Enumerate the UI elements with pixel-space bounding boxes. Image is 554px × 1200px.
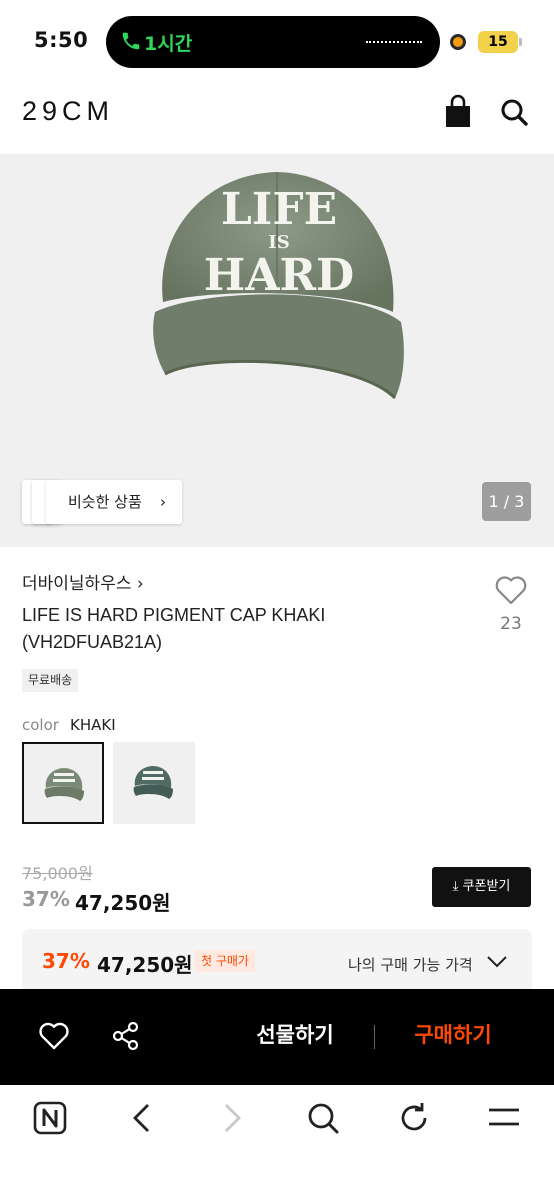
shopping-bag-icon[interactable]	[442, 94, 474, 130]
status-bar: 5:50 1시간 15	[0, 0, 554, 84]
call-duration: 1시간	[144, 33, 193, 55]
first-purchase-tag: 첫 구매가	[195, 950, 255, 972]
chevron-right-icon: ›	[160, 493, 166, 511]
coupon-button[interactable]: ⤓ 쿠폰받기	[432, 867, 531, 907]
menu-icon[interactable]	[486, 1100, 522, 1136]
battery-tip	[519, 38, 522, 46]
brand-link[interactable]: 더바이닐하우스 ›	[22, 569, 144, 594]
waveform-icon	[366, 41, 422, 45]
share-icon[interactable]	[112, 1021, 140, 1051]
refresh-icon[interactable]	[396, 1100, 432, 1136]
original-price: 75,000원	[22, 864, 93, 883]
color-option-label: color	[22, 716, 59, 734]
similar-products-label-box: 비슷한 상품 ›	[46, 480, 182, 524]
similar-products-label: 비슷한 상품	[68, 493, 142, 511]
my-price-label: 나의 구매 가능 가격	[348, 956, 473, 974]
purchase-bar: 선물하기 구매하기	[0, 989, 554, 1085]
my-price-value: 47,250원	[97, 953, 193, 977]
phone-icon	[122, 32, 140, 50]
buy-button[interactable]: 구매하기	[378, 1019, 528, 1049]
color-swatch-khaki[interactable]	[22, 742, 104, 824]
free-shipping-badge: 무료배송	[22, 669, 79, 692]
product-image: LIFE IS HARD	[153, 172, 404, 400]
recording-indicator-icon	[450, 34, 466, 50]
gift-button[interactable]: 선물하기	[220, 1019, 370, 1049]
dynamic-island[interactable]: 1시간	[106, 16, 440, 68]
back-arrow-icon[interactable]	[124, 1100, 160, 1136]
color-swatch-green[interactable]	[113, 742, 195, 824]
color-option-value: KHAKI	[70, 716, 116, 734]
app-header: 29CM	[0, 84, 554, 154]
browser-toolbar	[0, 1085, 554, 1200]
cap-text-line1: LIFE	[221, 184, 337, 235]
status-time: 5:50	[34, 28, 89, 52]
discount-rate: 37%	[22, 887, 70, 911]
product-title: LIFE IS HARD PIGMENT CAP KHAKI (VH2DFUAB…	[22, 602, 422, 656]
sale-price: 47,250원	[75, 891, 171, 915]
cap-thumbnail	[44, 768, 84, 801]
battery-indicator: 15	[478, 31, 518, 53]
forward-arrow-icon[interactable]	[214, 1100, 250, 1136]
search-icon[interactable]	[305, 1100, 341, 1136]
product-image-gallery[interactable]: LIFE IS HARD 비슷한 상품 › 1 / 3	[0, 154, 554, 547]
logo[interactable]: 29CM	[22, 96, 114, 127]
heart-icon[interactable]	[494, 574, 528, 606]
similar-products-button[interactable]: 비슷한 상품 ›	[22, 480, 182, 524]
heart-icon[interactable]	[38, 1021, 70, 1051]
cap-text-line3: HARD	[204, 250, 354, 301]
my-price-discount: 37%	[42, 949, 90, 973]
like-count: 23	[500, 614, 522, 634]
chevron-down-icon	[487, 956, 507, 968]
search-icon[interactable]	[498, 94, 530, 130]
cap-thumbnail	[133, 766, 173, 799]
product-title-line1: LIFE IS HARD PIGMENT CAP KHAKI	[22, 605, 326, 625]
image-page-counter: 1 / 3	[482, 482, 531, 521]
divider	[374, 1025, 375, 1049]
product-title-line2: (VH2DFUAB21A)	[22, 632, 163, 652]
naver-home-icon[interactable]	[32, 1100, 68, 1136]
